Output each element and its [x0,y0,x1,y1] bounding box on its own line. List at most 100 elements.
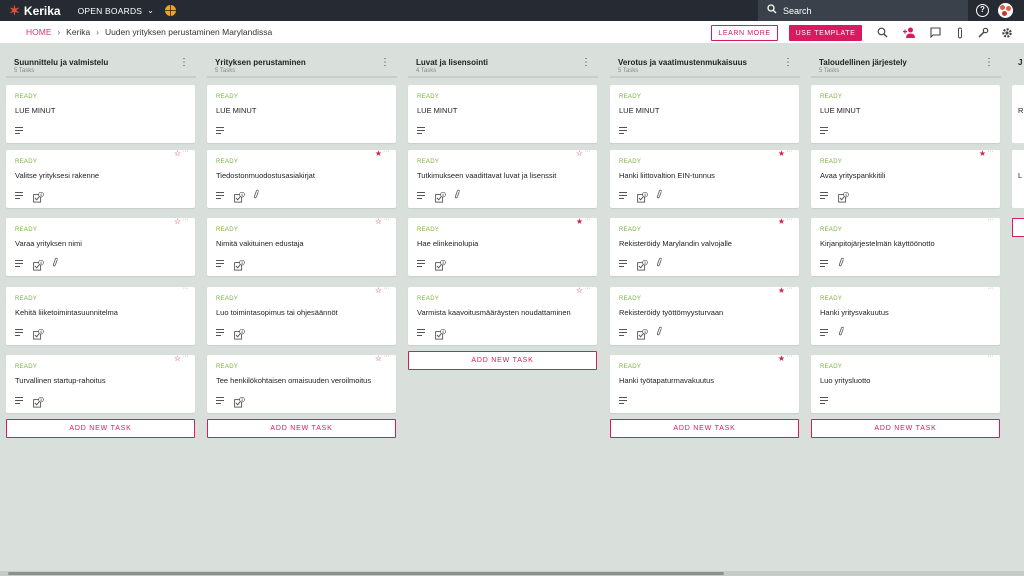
card-menu-icon[interactable]: ··· [585,148,591,155]
card-menu-icon[interactable]: ··· [384,353,390,360]
horizontal-scrollbar[interactable] [0,571,1024,576]
card-menu-icon[interactable]: ··· [183,285,189,292]
star-filled-icon[interactable]: ★ [778,150,785,158]
task-card[interactable]: READY LUE MINUT [6,85,195,143]
star-filled-icon[interactable]: ★ [576,218,583,226]
task-card[interactable]: ★ ··· READY Avaa yrityspankkitili 4 [811,148,1000,208]
card-menu-icon[interactable]: ··· [787,216,793,223]
basketball-icon[interactable] [165,5,177,16]
star-outline-icon[interactable]: ☆ [174,218,181,226]
peek-card[interactable]: L [1012,150,1024,208]
card-menu-icon[interactable]: ··· [183,148,189,155]
star-outline-icon[interactable]: ☆ [174,355,181,363]
card-menu-icon[interactable]: ··· [384,285,390,292]
column-title[interactable]: Verotus ja vaatimustenmukaisuus [618,58,747,67]
search-box[interactable] [758,0,968,21]
wrench-icon[interactable] [976,25,990,40]
card-menu-icon[interactable]: ··· [988,353,994,360]
star-outline-icon[interactable]: ☆ [174,150,181,158]
help-icon[interactable]: ? [976,4,989,17]
card-menu-icon[interactable]: ··· [384,216,390,223]
column-menu-icon[interactable]: ⋮ [179,58,189,68]
star-outline-icon[interactable]: ☆ [576,287,583,295]
card-menu-icon[interactable]: ··· [384,148,390,155]
task-card[interactable]: ☆ ··· READY Tee henkilökohtaisen omaisuuden… [207,353,396,413]
task-card[interactable]: ★ ··· READY Hae elinkeinolupia 3 [408,216,597,276]
breadcrumb-kerika[interactable]: Kerika [66,27,90,37]
task-card[interactable]: ☆ ··· READY Tutkimukseen vaadittavat luvat … [408,148,597,208]
star-outline-icon[interactable]: ☆ [375,287,382,295]
task-card[interactable]: READY LUE MINUT [408,85,597,143]
task-card[interactable]: ★ ··· READY Rekisteröidy Marylandin valvoja… [610,216,799,276]
checklist-icon: 4 [435,190,446,203]
add-new-task-button[interactable]: ADD NEW TASK [6,419,195,438]
add-new-task-button[interactable]: ADD NEW TASK [811,419,1000,438]
use-template-button[interactable]: USE TEMPLATE [789,25,862,41]
learn-more-button[interactable]: LEARN MORE [711,25,778,41]
star-filled-icon[interactable]: ★ [979,150,986,158]
column-menu-icon[interactable]: ⋮ [984,58,994,68]
task-card[interactable]: ☆ ··· READY Varmista kaavoitusmääräysten no… [408,285,597,345]
card-menu-icon[interactable]: ··· [787,353,793,360]
open-boards-menu[interactable]: OPEN BOARDS ⌄ [78,6,154,16]
breadcrumb-home[interactable]: HOME [26,27,52,37]
card-menu-icon[interactable]: ··· [585,285,591,292]
attachment-icon[interactable] [953,25,967,40]
task-card[interactable]: ☆ ··· READY Nimitä vakituinen edustaja 3 [207,216,396,276]
column-title[interactable]: Suunnittelu ja valmistelu [14,58,108,67]
task-card[interactable]: ★ ··· READY Rekisteröidy työttömyysturvaan 4 [610,285,799,345]
add-new-task-button[interactable]: ADD NEW TASK [408,351,597,370]
star-outline-icon[interactable]: ☆ [375,355,382,363]
task-card[interactable]: ··· READY Kehitä liiketoimintasuunnitelma 4 [6,285,195,345]
task-card[interactable]: ··· READY Hanki yritysvakuutus [811,285,1000,345]
task-card[interactable]: ··· READY Luo yritysluotto [811,353,1000,413]
card-menu-icon[interactable]: ··· [988,216,994,223]
task-card[interactable]: ☆ ··· READY Varaa yrityksen nimi 4 [6,216,195,276]
task-card[interactable]: ☆ ··· READY Luo toimintasopimus tai ohjesää… [207,285,396,345]
avatar[interactable] [998,3,1013,18]
task-card[interactable]: READY LUE MINUT [610,85,799,143]
column-menu-icon[interactable]: ⋮ [783,58,793,68]
task-card[interactable]: ☆ ··· READY Valitse yrityksesi rakenne 4 [6,148,195,208]
column-menu-icon[interactable]: ⋮ [380,58,390,68]
task-card[interactable]: ··· READY Kirjanpitojärjestelmän käyttööno… [811,216,1000,276]
kerika-logo[interactable]: ✶ Kerika [9,4,61,18]
search-input[interactable] [783,5,963,16]
chat-icon[interactable] [928,25,942,40]
task-card[interactable]: READY LUE MINUT [811,85,1000,143]
star-outline-icon[interactable]: ☆ [375,218,382,226]
task-card[interactable]: ★ ··· READY Hanki työtapaturmavakuutus [610,353,799,413]
star-filled-icon[interactable]: ★ [778,218,785,226]
star-filled-icon[interactable]: ★ [778,355,785,363]
task-card[interactable]: ★ ··· READY Tiedostonmuodostusasiakirjat 4 [207,148,396,208]
column-title[interactable]: Yrityksen perustaminen [215,58,306,67]
column-title[interactable]: Luvat ja lisensointi [416,58,488,67]
card-menu-icon[interactable]: ··· [988,148,994,155]
star-filled-icon[interactable]: ★ [375,150,382,158]
star-outline-icon[interactable]: ☆ [576,150,583,158]
column-title[interactable]: Taloudellinen järjestely [819,58,907,67]
card-menu-icon[interactable]: ··· [585,216,591,223]
card-menu-icon[interactable]: ··· [183,216,189,223]
add-person-icon[interactable] [902,25,916,40]
attachment-icon [654,188,664,201]
peek-card[interactable]: R [1012,85,1024,143]
card-menu-icon[interactable]: ··· [183,353,189,360]
star-filled-icon[interactable]: ★ [778,287,785,295]
task-card[interactable]: ★ ··· READY Hanki liittovaltion EIN-tunnus 4 [610,148,799,208]
add-new-task-button[interactable]: ADD NEW TASK [207,419,396,438]
search-icon[interactable] [875,25,889,40]
column-menu-icon[interactable]: ⋮ [581,58,591,68]
gear-icon[interactable] [1000,25,1014,40]
task-icons [15,125,33,135]
checklist-icon: 4 [234,190,245,203]
scrollbar-thumb[interactable] [8,572,724,575]
card-menu-icon[interactable]: ··· [988,285,994,292]
card-menu-icon[interactable]: ··· [787,285,793,292]
description-icon [619,191,627,199]
task-card[interactable]: READY LUE MINUT [207,85,396,143]
card-menu-icon[interactable]: ··· [787,148,793,155]
task-card[interactable]: ☆ ··· READY Turvallinen startup-rahoitus 3 [6,353,195,413]
peek-add-task-button[interactable] [1012,218,1024,237]
add-new-task-button[interactable]: ADD NEW TASK [610,419,799,438]
